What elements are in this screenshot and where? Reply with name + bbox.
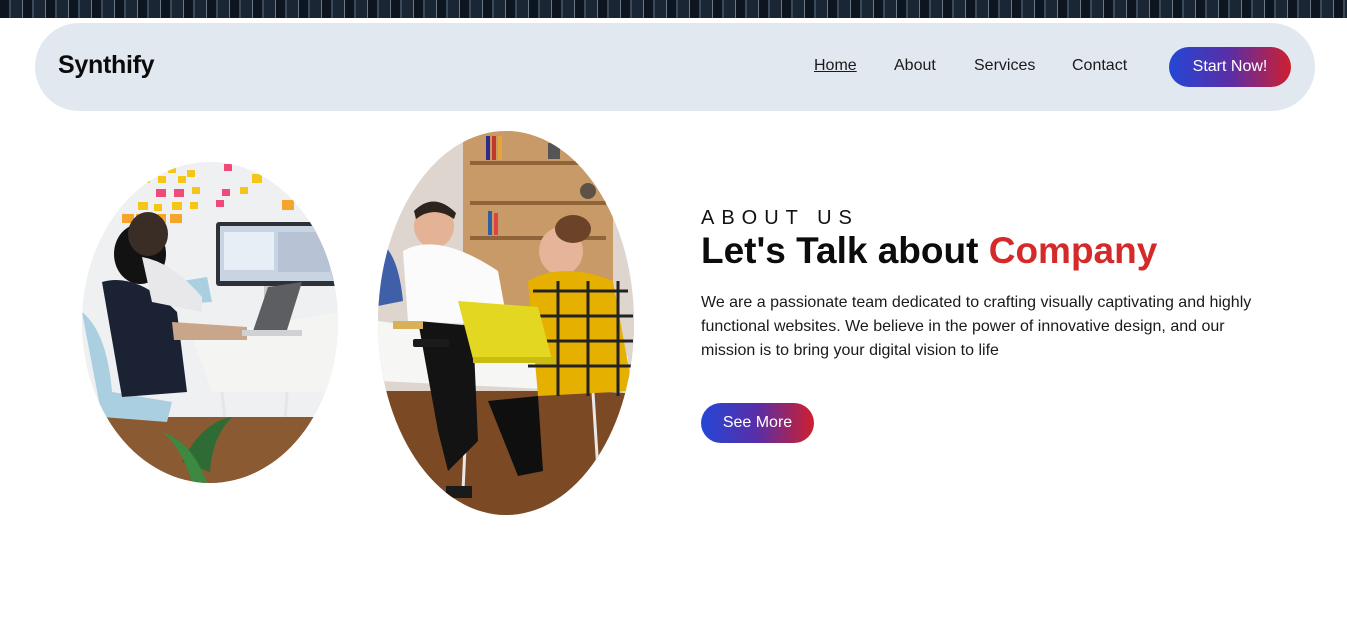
about-description: We are a passionate team dedicated to cr…: [701, 294, 1252, 359]
nav-link-contact[interactable]: Contact: [1072, 57, 1127, 75]
nav-link-home[interactable]: Home: [814, 57, 857, 75]
office-scene-illustration-right: [378, 131, 634, 515]
nav-link-about[interactable]: About: [894, 57, 936, 75]
headline-main-text: Let's Talk about: [701, 230, 979, 271]
header-background-strip: [0, 0, 1347, 18]
see-more-button[interactable]: See More: [701, 403, 814, 443]
section-eyebrow: ABOUT US: [701, 207, 859, 229]
headline-accent-text: Company: [988, 230, 1158, 271]
section-headline: Let's Talk about Company: [701, 230, 1157, 272]
navbar: Synthify Home About Services Contact Sta…: [35, 23, 1315, 111]
brand-logo[interactable]: Synthify: [58, 51, 155, 80]
nav-link-services[interactable]: Services: [974, 57, 1035, 75]
team-meeting-photo-right: [378, 131, 634, 515]
team-meeting-photo-left: [82, 162, 338, 483]
office-scene-illustration-left: [82, 162, 338, 483]
start-now-button[interactable]: Start Now!: [1169, 47, 1291, 87]
